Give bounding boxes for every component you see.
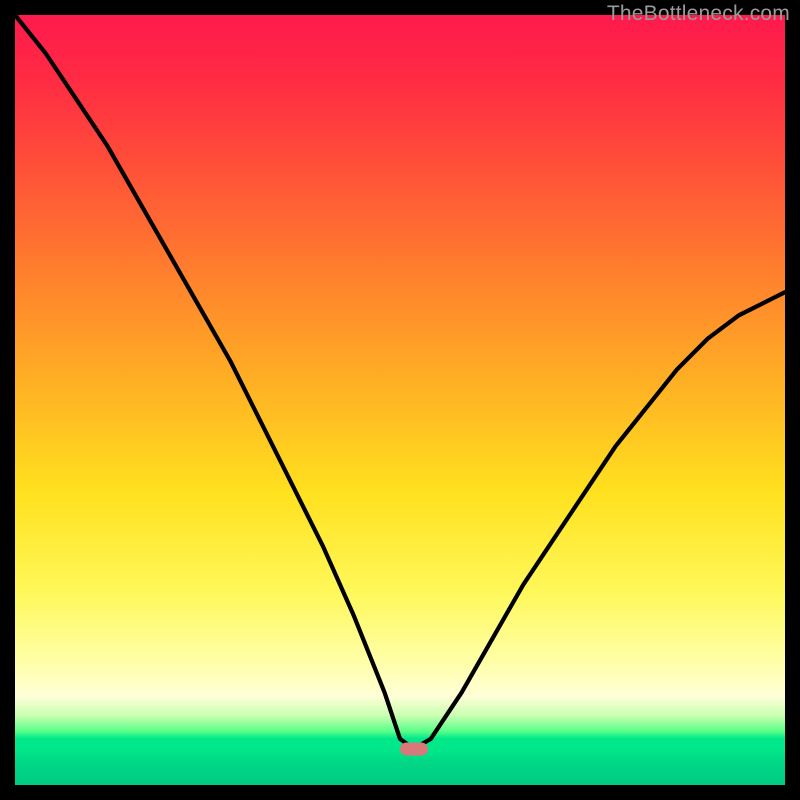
plot-area (15, 15, 785, 785)
chart-frame: TheBottleneck.com (0, 0, 800, 800)
bottleneck-curve (15, 15, 785, 785)
optimum-marker (400, 742, 428, 755)
watermark-text: TheBottleneck.com (607, 2, 790, 26)
